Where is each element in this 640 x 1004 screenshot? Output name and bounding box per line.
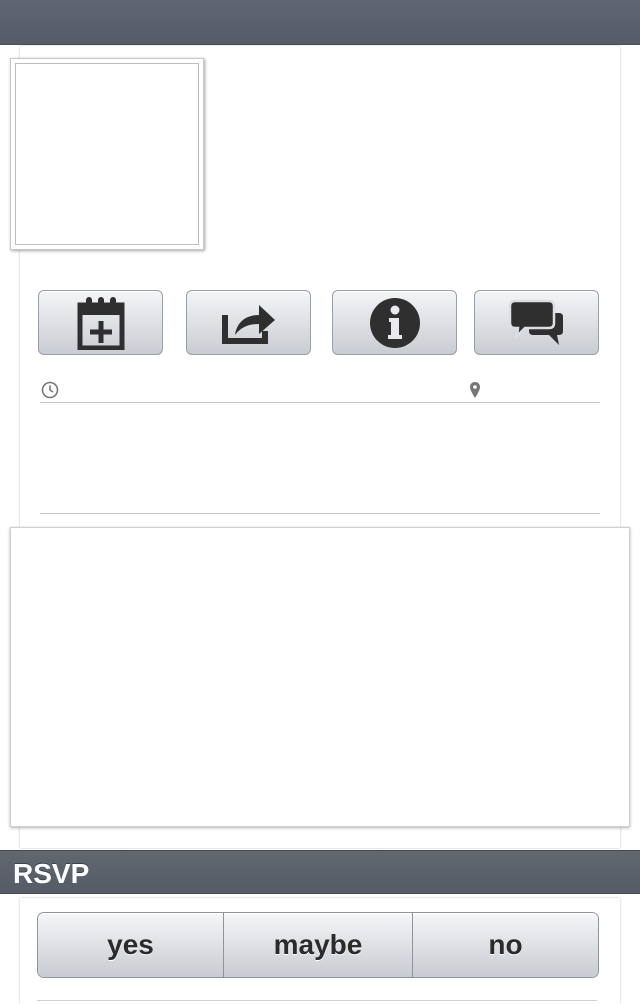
map-panel[interactable] <box>10 527 630 827</box>
info-icon <box>369 297 420 348</box>
rsvp-maybe-button[interactable]: maybe <box>223 913 412 977</box>
rsvp-title: RSVP <box>13 858 90 889</box>
add-to-calendar-button[interactable] <box>38 290 163 355</box>
share-icon <box>221 304 275 344</box>
top-bar <box>0 0 640 45</box>
event-meta-row <box>40 378 600 403</box>
event-description <box>40 403 600 513</box>
rsvp-options: yes maybe no <box>37 912 599 978</box>
share-button[interactable] <box>186 290 311 355</box>
section-divider <box>40 513 600 514</box>
rsvp-section-header: RSVP <box>0 850 640 894</box>
event-image-inner <box>15 63 199 245</box>
rsvp-no-button[interactable]: no <box>412 913 598 977</box>
event-image <box>10 58 204 250</box>
info-button[interactable] <box>332 290 457 355</box>
chat-bubbles-icon <box>508 299 563 345</box>
rsvp-yes-button[interactable]: yes <box>38 913 223 977</box>
clock-icon <box>41 381 59 399</box>
map-pin-icon <box>470 382 480 398</box>
calendar-add-icon <box>77 296 124 350</box>
rsvp-divider <box>37 1000 597 1001</box>
comments-button[interactable] <box>474 290 599 355</box>
